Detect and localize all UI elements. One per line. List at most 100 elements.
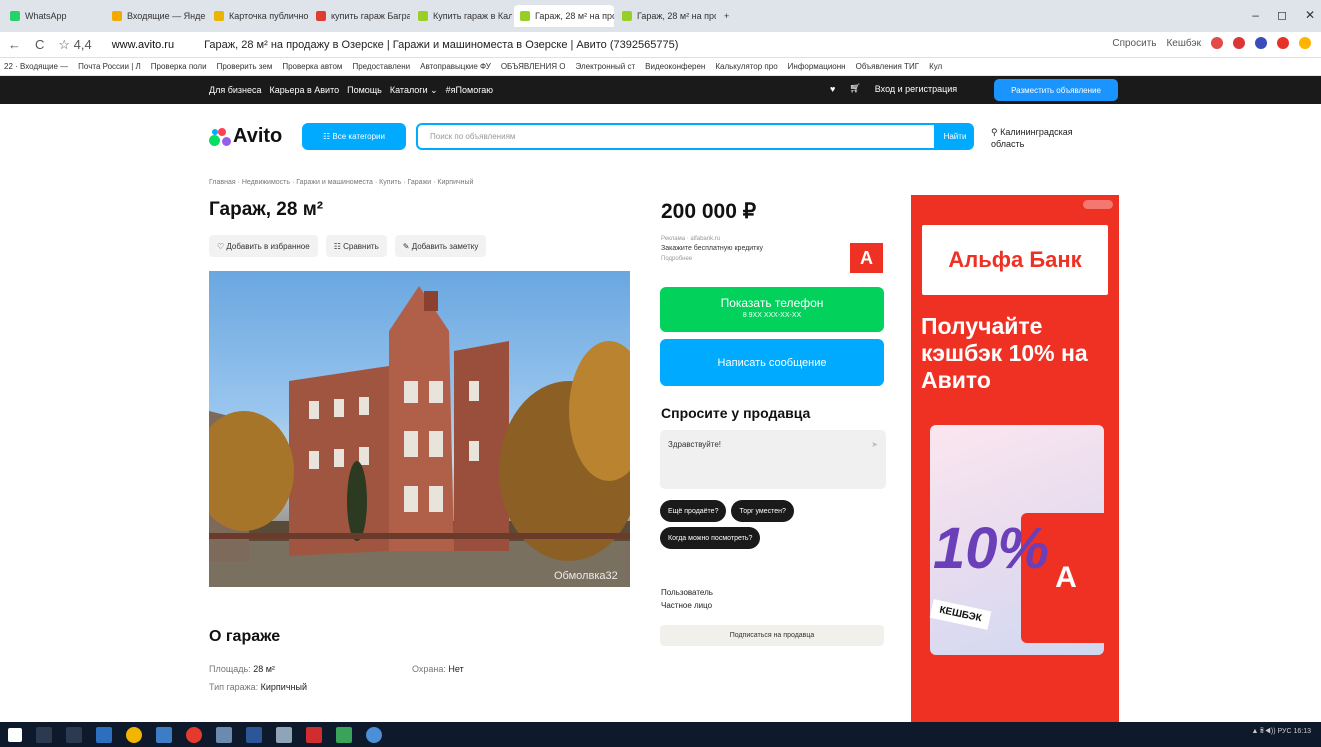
extension-icon[interactable] bbox=[1299, 37, 1311, 49]
cart-icon[interactable]: 🛒︎ bbox=[849, 83, 860, 94]
bookmark-item[interactable]: Почта России | Л bbox=[78, 62, 141, 71]
bookmark-item[interactable]: Автоправыцкие ФУ bbox=[420, 62, 491, 71]
bookmark-item[interactable]: Электронный ст bbox=[575, 62, 635, 71]
url-field[interactable]: www.avito.ru bbox=[112, 39, 174, 51]
bookmark-item[interactable]: Проверка автом bbox=[282, 62, 342, 71]
add-favorite-button[interactable]: ♡ Добавить в избранное bbox=[209, 235, 318, 257]
tab-label: Карточка публичной bbox=[229, 11, 308, 21]
new-tab-button[interactable]: + bbox=[718, 5, 738, 27]
browser-tab[interactable]: купить гараж Багратион bbox=[310, 5, 410, 27]
browser-tab[interactable]: Купить гараж в Калинин bbox=[412, 5, 512, 27]
bookmark-item[interactable]: Проверка поли bbox=[151, 62, 207, 71]
add-note-button[interactable]: ✎ Добавить заметку bbox=[394, 235, 487, 257]
chrome-icon[interactable] bbox=[126, 726, 142, 743]
search-input[interactable]: Поиск по объявлениям bbox=[416, 123, 936, 150]
chip-when-view[interactable]: Когда можно посмотреть? bbox=[660, 527, 761, 549]
logo-dots-icon bbox=[209, 127, 231, 146]
browser-tab[interactable]: Гараж, 28 м² на продаж bbox=[514, 5, 614, 27]
search-button[interactable]: Найти bbox=[936, 123, 974, 150]
show-phone-label: Показать телефон bbox=[720, 296, 824, 310]
task-view-icon[interactable] bbox=[66, 726, 82, 743]
alfa-bank-icon[interactable]: А bbox=[850, 243, 883, 273]
browser-tab[interactable]: WhatsApp bbox=[4, 5, 104, 27]
param-garage-type: Тип гаража: Кирпичный bbox=[209, 682, 307, 692]
start-icon[interactable] bbox=[8, 727, 22, 742]
seller-info[interactable]: Пользователь Частное лицо bbox=[661, 586, 713, 612]
params-list: Площадь: 28 м² Тип гаража: Кирпичный bbox=[209, 660, 307, 696]
region-label: Калининградская область bbox=[991, 127, 1073, 149]
ask-seller-input[interactable]: Здравствуйте! ➤ bbox=[660, 430, 886, 489]
top-nav-link[interactable]: Помощь bbox=[347, 85, 382, 96]
login-link[interactable]: Вход и регистрация bbox=[875, 84, 957, 94]
top-nav-links: Для бизнеса Карьера в Авито Помощь Каталоги… bbox=[209, 85, 493, 96]
credit-ad[interactable]: Реклама · alfabank.ru Закажите бесплатну… bbox=[661, 234, 841, 264]
bookmark-item[interactable]: 22 · Входящие — bbox=[4, 62, 68, 71]
extension-icon[interactable] bbox=[1233, 37, 1245, 49]
close-icon[interactable]: ✕ bbox=[1305, 8, 1315, 22]
alfa-bank-ad-banner[interactable]: Альфа Банк Получайте кэшбэк 10% на Авито… bbox=[911, 195, 1119, 722]
maximize-icon[interactable]: ◻ bbox=[1277, 8, 1287, 22]
bookmark-item[interactable]: Видеоконферен bbox=[645, 62, 705, 71]
avito-logo[interactable]: Avito bbox=[209, 125, 282, 148]
top-nav-link[interactable]: #яПомогаю bbox=[446, 85, 493, 96]
ad-big-percent: 10% bbox=[933, 516, 1050, 581]
bookmark-item[interactable]: Предоставлени bbox=[352, 62, 410, 71]
bookmark-item[interactable]: Калькулятор про bbox=[715, 62, 777, 71]
heart-icon[interactable]: ♥ bbox=[830, 84, 835, 94]
tab-favicon-icon bbox=[622, 11, 632, 21]
bookmark-item[interactable]: Кул bbox=[929, 62, 942, 71]
listing-actions: ♡ Добавить в избранное ☷ Сравнить ✎ Доба… bbox=[209, 235, 487, 257]
write-message-button[interactable]: Написать сообщение bbox=[660, 339, 884, 386]
send-icon[interactable]: ➤ bbox=[871, 440, 878, 449]
tab-label: WhatsApp bbox=[25, 11, 67, 21]
browser-tab[interactable]: Карточка публичной bbox=[208, 5, 308, 27]
bookmark-item[interactable]: Объявления ТИГ bbox=[856, 62, 919, 71]
region-selector[interactable]: ⚲ Калининградская область bbox=[991, 126, 1101, 150]
browser-tab[interactable]: Входящие — Яндекс bbox=[106, 5, 206, 27]
app-icon[interactable] bbox=[276, 726, 292, 743]
app-icon[interactable] bbox=[96, 726, 112, 743]
ad-bank-name: Альфа Банк bbox=[922, 225, 1108, 295]
back-icon[interactable]: ← bbox=[8, 37, 21, 52]
word-icon[interactable] bbox=[246, 726, 262, 743]
site-rating[interactable]: ☆ 4,4 bbox=[58, 37, 91, 53]
system-tray[interactable]: ▲ 𝄝 ◀)) РУС 16:13 bbox=[1251, 728, 1311, 736]
extension-icon[interactable] bbox=[1211, 37, 1223, 49]
app-icon[interactable] bbox=[366, 726, 382, 743]
tab-label: купить гараж Багратион bbox=[331, 11, 410, 21]
breadcrumb[interactable]: Главная · Недвижимость · Гаражи и машино… bbox=[209, 179, 473, 186]
top-nav-link[interactable]: Каталоги ⌄ bbox=[390, 85, 438, 96]
app-icon[interactable] bbox=[306, 726, 322, 743]
cashback-extension[interactable]: Кешбэк bbox=[1166, 38, 1201, 49]
bookmark-item[interactable]: ОБЪЯВЛЕНИЯ О bbox=[501, 62, 566, 71]
listing-photo[interactable]: Обмолвка32 bbox=[209, 271, 630, 587]
app-icon[interactable] bbox=[336, 726, 352, 743]
search-icon[interactable] bbox=[36, 726, 52, 743]
yandex-browser-icon[interactable] bbox=[186, 726, 202, 743]
app-icon[interactable] bbox=[156, 726, 172, 743]
param-area: Площадь: 28 м² bbox=[209, 664, 275, 674]
app-icon[interactable] bbox=[216, 726, 232, 743]
ask-extension[interactable]: Спросить bbox=[1112, 38, 1156, 49]
minimize-icon[interactable]: – bbox=[1252, 8, 1259, 22]
param-security: Охрана: Нет bbox=[412, 664, 464, 674]
phone-mask: 8 9ХХ ХХХ-ХХ-ХХ bbox=[742, 312, 802, 319]
top-nav-link[interactable]: Карьера в Авито bbox=[270, 85, 340, 96]
top-nav-link[interactable]: Для бизнеса bbox=[209, 85, 262, 96]
chip-bargain[interactable]: Торг уместен? bbox=[731, 500, 794, 522]
post-ad-button[interactable]: Разместить объявление bbox=[994, 79, 1118, 101]
browser-tab[interactable]: Гараж, 28 м² на продаж bbox=[616, 5, 716, 27]
chip-still-selling[interactable]: Ещё продаёте? bbox=[660, 500, 727, 522]
ask-input-text: Здравствуйте! bbox=[668, 440, 722, 449]
bookmark-item[interactable]: Проверить зем bbox=[217, 62, 273, 71]
bookmark-item[interactable]: Информационн bbox=[788, 62, 846, 71]
all-categories-button[interactable]: ☷ Все категории bbox=[302, 123, 406, 150]
extension-icon[interactable] bbox=[1277, 37, 1289, 49]
page-title-in-address[interactable]: Гараж, 28 м² на продажу в Озерске | Гара… bbox=[204, 39, 678, 51]
extension-icon[interactable] bbox=[1255, 37, 1267, 49]
compare-button[interactable]: ☷ Сравнить bbox=[325, 235, 387, 257]
reload-icon[interactable]: C bbox=[35, 37, 44, 52]
quick-questions: Ещё продаёте? Торг уместен? Когда можно … bbox=[660, 500, 890, 549]
show-phone-button[interactable]: Показать телефон 8 9ХХ ХХХ-ХХ-ХХ bbox=[660, 287, 884, 332]
subscribe-seller-button[interactable]: Подписаться на продавца bbox=[660, 625, 884, 646]
